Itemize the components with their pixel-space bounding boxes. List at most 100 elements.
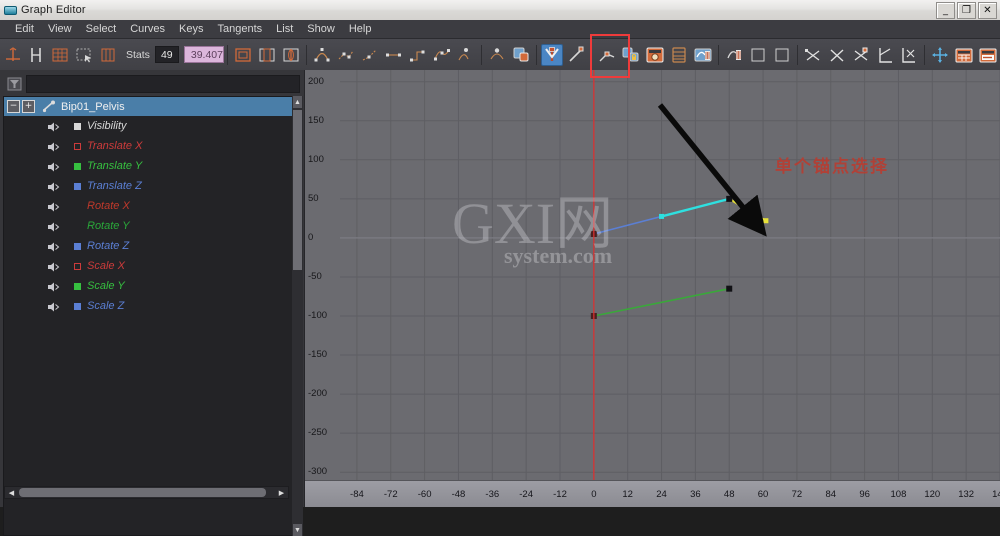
tree-row-label: Scale X [87, 260, 125, 272]
window-controls: _ ❐ ✕ [936, 2, 997, 19]
tree-row[interactable]: Rotate X [4, 196, 296, 216]
break-key-button[interactable] [850, 44, 872, 66]
scroll-right-arrow[interactable]: ▶ [275, 487, 288, 498]
free-tangent-button[interactable] [596, 44, 618, 66]
break-tangent-handles-button[interactable] [565, 44, 587, 66]
slide-keys-tool-button[interactable] [25, 44, 47, 66]
curve-box-button[interactable] [232, 44, 254, 66]
scroll-down-arrow[interactable]: ▼ [293, 524, 302, 536]
menu-item-view[interactable]: View [41, 21, 79, 37]
menu-item-list[interactable]: List [269, 21, 300, 37]
menu-item-help[interactable]: Help [342, 21, 379, 37]
expand-button[interactable]: + [22, 100, 35, 113]
tree-horizontal-scrollbar[interactable]: ◀ ▶ [4, 486, 289, 499]
flat-tangent-button[interactable] [383, 44, 405, 66]
frame-all-button[interactable] [953, 44, 975, 66]
tree-row[interactable]: Translate Y [4, 156, 296, 176]
smooth-curve-button[interactable] [486, 44, 508, 66]
app-icon [4, 4, 17, 17]
pre-extrap-button[interactable] [874, 44, 896, 66]
visibility-speaker-icon[interactable] [46, 220, 60, 232]
visibility-speaker-icon[interactable] [46, 240, 60, 252]
menu-item-select[interactable]: Select [79, 21, 124, 37]
scroll-thumb-horizontal[interactable] [19, 488, 266, 497]
plot-area[interactable]: GXI网 system.com 单个锚点选择 [340, 70, 1000, 480]
y-axis-tick-label: 200 [308, 75, 324, 87]
minimize-button[interactable]: _ [936, 2, 955, 19]
menu-item-keys[interactable]: Keys [172, 21, 210, 37]
close-button[interactable]: ✕ [978, 2, 997, 19]
stacked-curves-button[interactable] [771, 44, 793, 66]
pan-zoom-tool-button[interactable] [929, 44, 951, 66]
tree-row[interactable]: Translate X [4, 136, 296, 156]
move-keys-tool-icon [6, 46, 20, 61]
maximize-button[interactable]: ❐ [957, 2, 976, 19]
tree-row[interactable]: Rotate Z [4, 236, 296, 256]
lock-tangent-button[interactable] [620, 44, 642, 66]
move-keys-tool-button[interactable] [1, 44, 23, 66]
stats-frame-field[interactable]: 49 [154, 46, 179, 63]
insert-key-button[interactable] [802, 44, 824, 66]
split-box-button[interactable] [256, 44, 278, 66]
stats-value-field[interactable]: 39.407 [183, 46, 224, 63]
frame-playback-button[interactable] [977, 44, 999, 66]
buffer-curve-button[interactable] [510, 44, 532, 66]
visibility-speaker-icon[interactable] [46, 120, 60, 132]
post-infinity-icon [338, 50, 354, 59]
collapse-button[interactable]: − [7, 100, 20, 113]
frame-playback-icon [979, 48, 997, 62]
add-key-button[interactable] [826, 44, 848, 66]
break-key-icon [854, 47, 868, 61]
filter-input[interactable] [26, 75, 300, 93]
graph-view[interactable]: 200 150 100 50 0 -50 -100 -150 -200 -250 -300 GXI网… [305, 70, 1000, 507]
visibility-speaker-icon[interactable] [46, 300, 60, 312]
snap-frames-button[interactable] [668, 44, 690, 66]
curve-tree[interactable]: − + Bip01_Pelvis Visibility Translate X Tr… [3, 96, 297, 536]
stepped-tangent-button[interactable] [407, 44, 429, 66]
frame-box-tool-button[interactable] [97, 44, 119, 66]
auto-frame-icon [727, 49, 741, 60]
menu-item-edit[interactable]: Edit [8, 21, 41, 37]
bone-icon [42, 100, 56, 113]
menu-item-show[interactable]: Show [300, 21, 342, 37]
tree-row[interactable]: Visibility [4, 116, 296, 136]
snap-values-button[interactable] [692, 44, 714, 66]
tree-row[interactable]: Scale Y [4, 276, 296, 296]
plateau-tangent-button[interactable] [455, 44, 477, 66]
weighted-tangent-button[interactable] [644, 44, 666, 66]
tree-row[interactable]: Scale X [4, 256, 296, 276]
visibility-speaker-icon[interactable] [46, 200, 60, 212]
visibility-speaker-icon[interactable] [46, 180, 60, 192]
tree-vertical-scrollbar[interactable]: ▲ ▼ [292, 96, 303, 536]
visibility-speaker-icon[interactable] [46, 140, 60, 152]
visibility-speaker-icon[interactable] [46, 260, 60, 272]
visibility-speaker-icon[interactable] [46, 160, 60, 172]
unify-tangent-handles-button[interactable] [541, 43, 563, 66]
visibility-speaker-icon[interactable] [46, 280, 60, 292]
curve-box-icon [235, 47, 251, 62]
normalize-curves-button[interactable] [747, 44, 769, 66]
post-infinity-button[interactable] [335, 44, 357, 66]
tree-row[interactable]: Rotate Y [4, 216, 296, 236]
retime-tool-button[interactable] [73, 44, 95, 66]
tree-row[interactable]: Scale Z [4, 296, 296, 316]
menu-item-curves[interactable]: Curves [123, 21, 172, 37]
linear-tangent-button[interactable] [359, 44, 381, 66]
spline-tangent-icon [434, 48, 450, 60]
tree-row[interactable]: Translate Z [4, 176, 296, 196]
post-extrap-button[interactable] [898, 44, 920, 66]
region-tool-button[interactable] [49, 44, 71, 66]
spline-tangent-button[interactable] [431, 44, 453, 66]
filter-icon[interactable] [4, 75, 24, 93]
scroll-thumb-vertical[interactable] [293, 110, 302, 270]
curve-canvas[interactable] [340, 70, 1000, 480]
merge-box-button[interactable] [280, 44, 302, 66]
tree-root-item[interactable]: − + Bip01_Pelvis [4, 97, 296, 116]
auto-frame-button[interactable] [723, 44, 745, 66]
menu-item-tangents[interactable]: Tangents [211, 21, 270, 37]
tree-row-label: Scale Y [87, 280, 125, 292]
pre-infinity-button[interactable] [311, 44, 333, 66]
tree-row-label: Translate Z [87, 180, 142, 192]
scroll-up-arrow[interactable]: ▲ [293, 96, 302, 108]
scroll-left-arrow[interactable]: ◀ [5, 487, 18, 498]
